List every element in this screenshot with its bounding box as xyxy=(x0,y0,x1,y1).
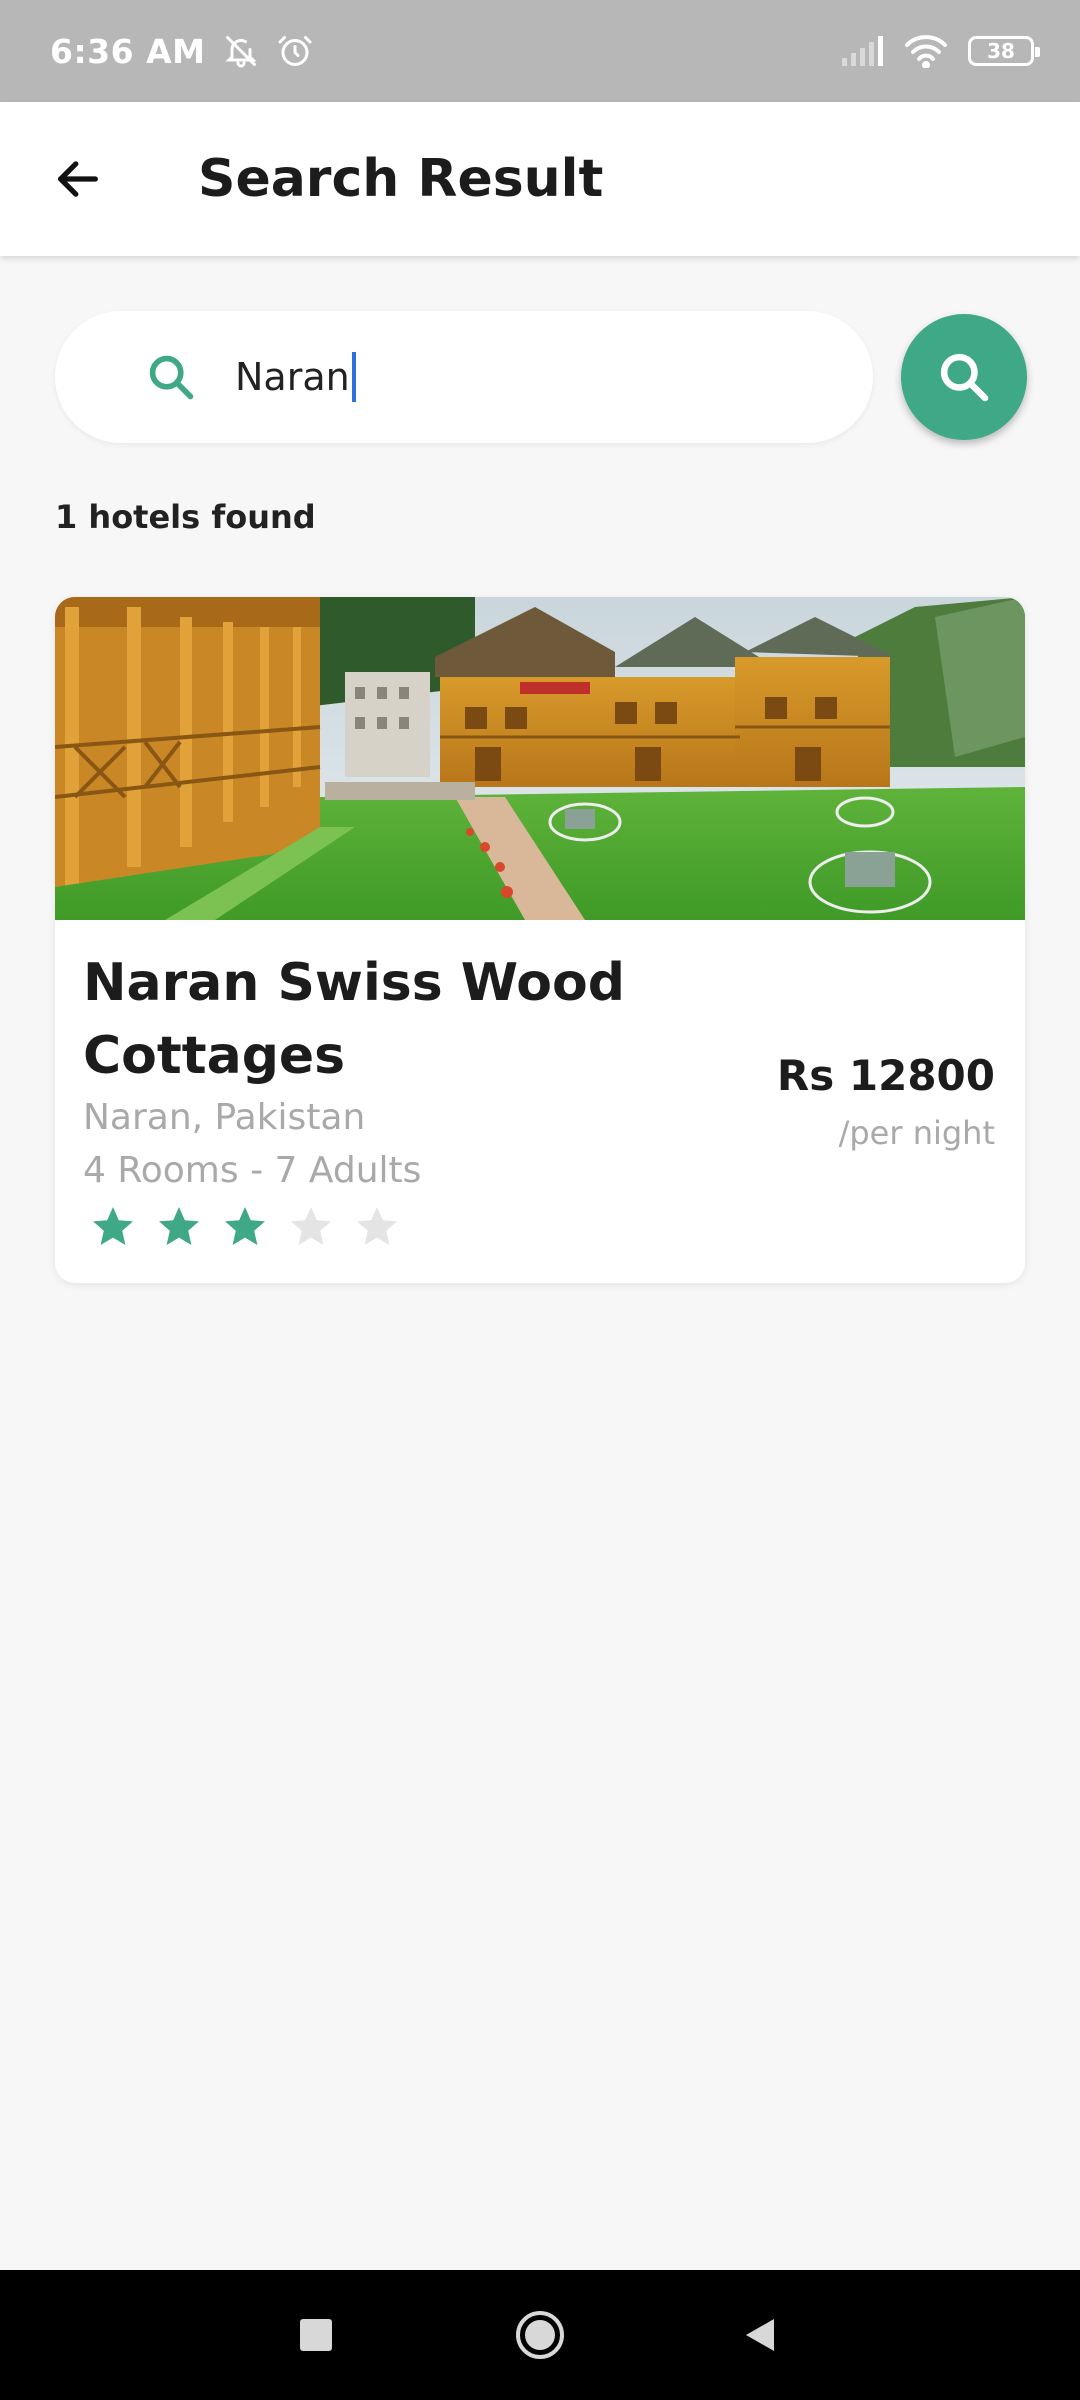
battery-level: 38 xyxy=(987,39,1015,63)
status-time: 6:36 AM xyxy=(50,31,206,71)
hotel-image xyxy=(55,597,1025,920)
wifi-icon xyxy=(905,35,947,68)
star-empty-icon xyxy=(291,1207,331,1245)
star-filled-icon xyxy=(225,1207,265,1245)
search-value: Naran xyxy=(235,355,350,399)
status-right: 38 xyxy=(840,34,1040,68)
text-cursor xyxy=(351,352,356,402)
star-filled-icon xyxy=(93,1207,133,1245)
search-icon xyxy=(149,355,194,400)
page-title: Search Result xyxy=(198,149,604,209)
search-input[interactable]: Naran xyxy=(55,311,873,443)
recents-button[interactable] xyxy=(256,2270,376,2400)
app-bar: Search Result xyxy=(0,102,1080,256)
status-left: 6:36 AM xyxy=(50,32,313,71)
system-nav-bar xyxy=(0,2270,1080,2400)
back-button[interactable] xyxy=(28,129,128,229)
search-button[interactable] xyxy=(901,314,1027,440)
status-bar: 6:36 AM 38 xyxy=(0,0,1080,102)
bell-off-icon xyxy=(225,36,258,68)
home-button[interactable] xyxy=(480,2270,600,2400)
results-count: 1 hotels found xyxy=(55,498,316,536)
star-filled-icon xyxy=(159,1207,199,1245)
hotel-price: Rs 12800 xyxy=(776,1051,995,1100)
hotel-card[interactable]: Naran Swiss Wood Cottages Naran, Pakista… xyxy=(55,597,1025,1283)
hotel-capacity: 4 Rooms - 7 Adults xyxy=(83,1150,422,1191)
recents-square-icon xyxy=(300,2319,332,2351)
hotel-location: Naran, Pakistan xyxy=(83,1097,366,1138)
alarm-icon xyxy=(278,36,312,66)
search-icon xyxy=(940,353,989,402)
signal-icon xyxy=(842,36,883,66)
search-value-wrap: Naran xyxy=(235,352,356,402)
price-unit: /per night xyxy=(838,1114,995,1152)
star-rating xyxy=(89,1203,401,1251)
star-empty-icon xyxy=(357,1207,397,1245)
back-nav-button[interactable] xyxy=(700,2270,820,2400)
back-triangle-icon xyxy=(746,2319,774,2351)
arrow-left-icon xyxy=(58,161,98,197)
battery-icon: 38 xyxy=(968,36,1040,66)
hotel-name: Naran Swiss Wood Cottages xyxy=(83,953,625,1086)
home-circle-icon xyxy=(516,2311,564,2359)
